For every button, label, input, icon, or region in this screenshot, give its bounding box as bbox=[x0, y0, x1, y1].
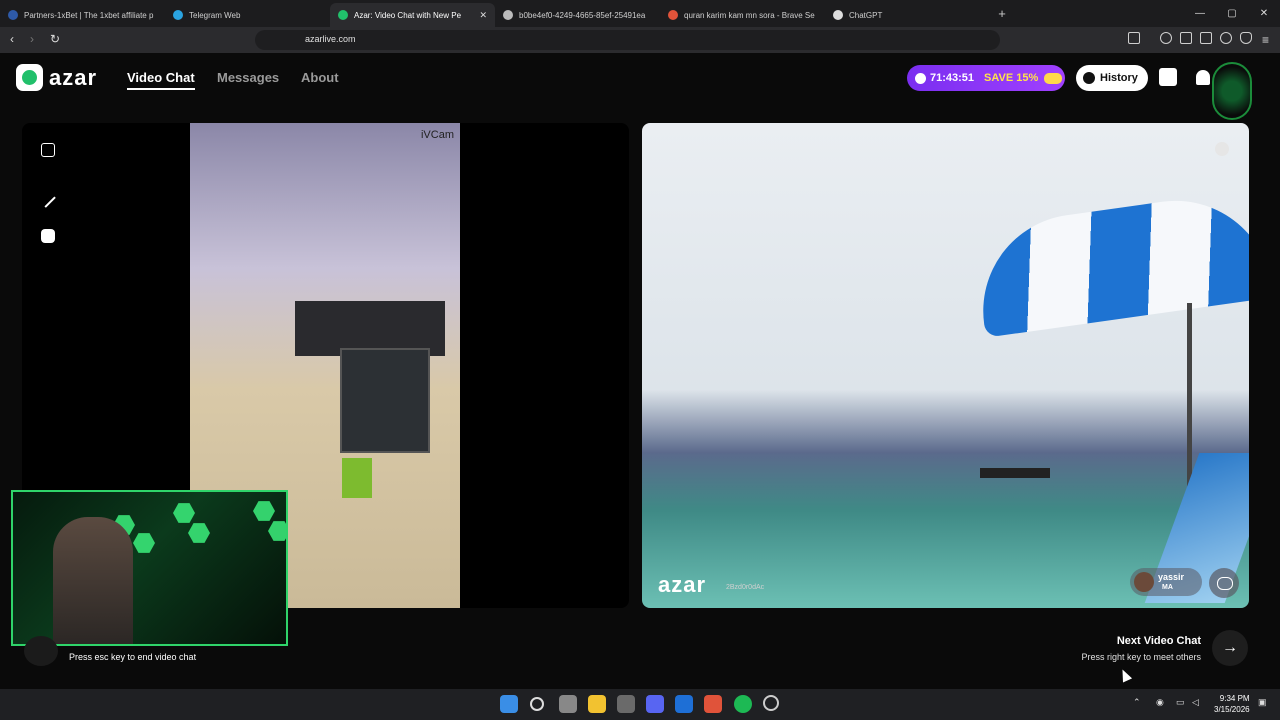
store-icon[interactable] bbox=[617, 695, 635, 713]
taskbar-clock[interactable]: 9:34 PM 3/15/2026 bbox=[1214, 693, 1250, 715]
end-chat-button[interactable] bbox=[24, 636, 58, 666]
vpn-shield-icon[interactable] bbox=[1240, 32, 1252, 44]
hex-decoration bbox=[253, 501, 275, 521]
tab-uuid[interactable]: b0be4ef0-4249-4665-85ef-25491ea bbox=[495, 3, 660, 27]
partner-video-panel bbox=[642, 123, 1249, 608]
report-icon[interactable] bbox=[1215, 142, 1229, 156]
download-icon[interactable] bbox=[1160, 32, 1172, 44]
profile-avatar[interactable] bbox=[1212, 62, 1252, 120]
face-filter-icon[interactable] bbox=[41, 229, 55, 243]
tab-telegram[interactable]: Telegram Web bbox=[165, 3, 330, 27]
file-explorer-icon[interactable] bbox=[588, 695, 606, 713]
microphone-icon[interactable]: ◉ bbox=[1156, 697, 1164, 708]
fullscreen-icon[interactable] bbox=[41, 143, 55, 157]
azar-logo[interactable]: azar bbox=[16, 64, 97, 91]
search-icon[interactable] bbox=[530, 697, 544, 711]
tray-chevron-icon[interactable]: ⌃ bbox=[1133, 697, 1141, 708]
hex-decoration bbox=[188, 523, 210, 543]
partner-country: MA bbox=[1162, 584, 1173, 591]
promo-save-text: SAVE 15% bbox=[984, 72, 1039, 84]
tab-brave-search[interactable]: quran karim kam mn sora - Brave Se bbox=[660, 3, 825, 27]
tab-1xbet[interactable]: Partners-1xBet | The 1xbet affiliate p bbox=[0, 3, 165, 27]
streamer-person bbox=[53, 517, 133, 644]
window-controls: — ▢ ✕ bbox=[1184, 0, 1280, 27]
feed-green-box bbox=[342, 458, 372, 498]
history-button[interactable]: History bbox=[1076, 65, 1148, 91]
ivcam-watermark: iVCam bbox=[420, 129, 454, 141]
new-tab-button[interactable]: + bbox=[990, 3, 1014, 27]
app-icon[interactable] bbox=[763, 695, 779, 711]
back-icon[interactable]: ‹ bbox=[10, 32, 14, 46]
esc-hint: Press esc key to end video chat bbox=[69, 652, 197, 662]
gems-icon bbox=[1044, 72, 1063, 84]
partner-name: yassir bbox=[1158, 572, 1185, 582]
azar-watermark: azar bbox=[658, 572, 707, 597]
volume-icon[interactable]: ◁ bbox=[1192, 697, 1199, 708]
tab-favicon bbox=[503, 10, 513, 20]
extensions-icon[interactable] bbox=[1128, 32, 1140, 44]
browser-toolbar: ‹ › ↻ ⌑ bbox=[0, 27, 1280, 53]
next-arrow-button[interactable]: → bbox=[1212, 630, 1248, 666]
tab-favicon bbox=[833, 10, 843, 20]
url-text[interactable]: azarlive.com bbox=[305, 34, 356, 44]
mail-icon[interactable] bbox=[675, 695, 693, 713]
restore-icon[interactable]: ▢ bbox=[1216, 0, 1248, 27]
watermark-code: 2Bzd0r0dAc bbox=[726, 584, 765, 591]
spotify-icon[interactable] bbox=[734, 695, 752, 713]
promo-timer-button[interactable]: 71:43:51 SAVE 15% bbox=[907, 65, 1065, 91]
hex-decoration bbox=[173, 503, 195, 523]
partner-profile-chip[interactable]: yassir MA bbox=[1130, 568, 1202, 596]
address-bar[interactable] bbox=[255, 30, 1000, 50]
tab-azar[interactable]: Azar: Video Chat with New Pe ✕ bbox=[330, 3, 495, 27]
hex-decoration bbox=[268, 521, 286, 541]
chat-message-icon[interactable] bbox=[1209, 568, 1239, 598]
close-window-icon[interactable]: ✕ bbox=[1248, 0, 1280, 27]
network-icon[interactable]: ▭ bbox=[1176, 697, 1185, 708]
shop-icon[interactable] bbox=[1159, 68, 1177, 86]
tab-chatgpt[interactable]: ChatGPT bbox=[825, 3, 990, 27]
next-video-chat-title: Next Video Chat bbox=[1116, 635, 1201, 647]
windows-start-icon[interactable] bbox=[500, 695, 518, 713]
boat bbox=[980, 468, 1050, 478]
nav-about[interactable]: About bbox=[301, 70, 339, 85]
wallet-icon[interactable] bbox=[1200, 32, 1212, 44]
notifications-icon[interactable]: ▣ bbox=[1258, 697, 1267, 708]
clock-icon bbox=[915, 72, 926, 84]
forward-icon[interactable]: › bbox=[30, 32, 34, 46]
brave-icon[interactable] bbox=[704, 695, 722, 713]
tab-favicon bbox=[668, 10, 678, 20]
notification-bell-icon[interactable] bbox=[1196, 70, 1210, 85]
menu-icon[interactable]: ≡ bbox=[1262, 33, 1269, 47]
nav-messages[interactable]: Messages bbox=[217, 70, 279, 85]
windows-taskbar bbox=[0, 689, 1280, 720]
minimize-icon[interactable]: — bbox=[1184, 0, 1216, 27]
streamer-webcam-overlay bbox=[11, 490, 288, 646]
discord-icon[interactable] bbox=[646, 695, 664, 713]
hex-decoration bbox=[133, 533, 155, 553]
browser-tab-strip: Partners-1xBet | The 1xbet affiliate p T… bbox=[0, 0, 1280, 27]
next-video-chat-hint: Press right key to meet others bbox=[1081, 652, 1201, 662]
mouse-cursor-icon bbox=[1117, 667, 1133, 683]
task-view-icon[interactable] bbox=[559, 695, 577, 713]
tab-favicon bbox=[8, 10, 18, 20]
leo-icon[interactable] bbox=[1220, 32, 1232, 44]
reload-icon[interactable]: ↻ bbox=[50, 32, 60, 46]
nav-video-chat[interactable]: Video Chat bbox=[127, 70, 195, 90]
promo-timer: 71:43:51 bbox=[930, 72, 975, 84]
sidebar-icon[interactable] bbox=[1180, 32, 1192, 44]
beach-umbrella bbox=[970, 188, 1249, 338]
close-tab-icon[interactable]: ✕ bbox=[479, 10, 487, 21]
tab-favicon bbox=[173, 10, 183, 20]
feed-monitor bbox=[340, 348, 430, 453]
history-icon bbox=[1083, 72, 1095, 84]
azar-logo-icon bbox=[16, 64, 43, 91]
partner-avatar bbox=[1134, 572, 1154, 592]
tab-favicon bbox=[338, 10, 348, 20]
